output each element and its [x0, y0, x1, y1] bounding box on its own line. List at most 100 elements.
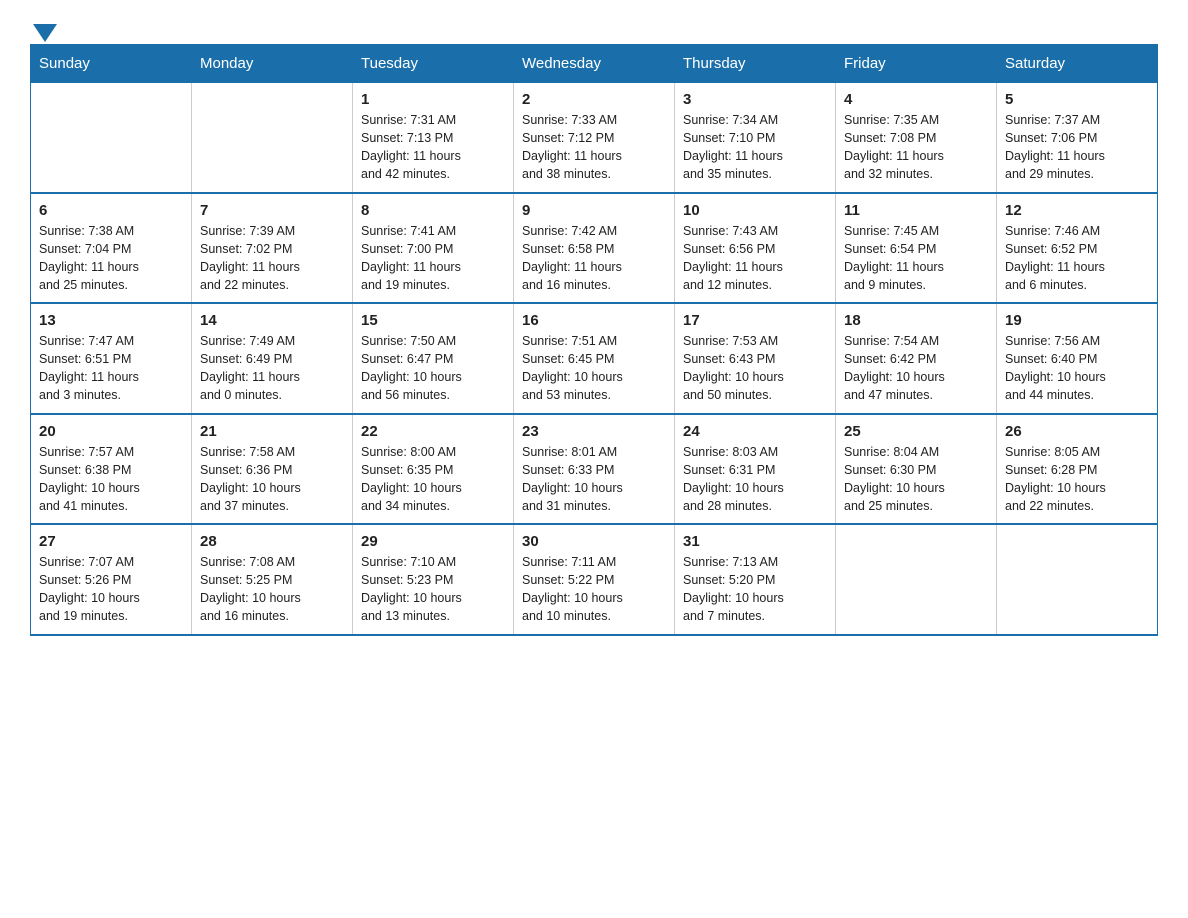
day-info: Sunrise: 7:50 AM Sunset: 6:47 PM Dayligh… — [361, 332, 505, 405]
day-number: 31 — [683, 533, 827, 550]
day-number: 14 — [200, 312, 344, 329]
day-info: Sunrise: 7:46 AM Sunset: 6:52 PM Dayligh… — [1005, 222, 1149, 295]
day-number: 27 — [39, 533, 183, 550]
day-info: Sunrise: 7:33 AM Sunset: 7:12 PM Dayligh… — [522, 111, 666, 184]
day-number: 23 — [522, 423, 666, 440]
day-number: 2 — [522, 91, 666, 108]
day-info: Sunrise: 7:51 AM Sunset: 6:45 PM Dayligh… — [522, 332, 666, 405]
day-number: 7 — [200, 202, 344, 219]
calendar-cell: 6 Sunrise: 7:38 AM Sunset: 7:04 PM Daylig… — [31, 193, 192, 304]
calendar-cell: 7 Sunrise: 7:39 AM Sunset: 7:02 PM Daylig… — [192, 193, 353, 304]
calendar-cell: 27 Sunrise: 7:07 AM Sunset: 5:26 PM Dayli… — [31, 524, 192, 635]
day-number: 19 — [1005, 312, 1149, 329]
day-info: Sunrise: 8:01 AM Sunset: 6:33 PM Dayligh… — [522, 443, 666, 516]
day-number: 29 — [361, 533, 505, 550]
day-info: Sunrise: 8:03 AM Sunset: 6:31 PM Dayligh… — [683, 443, 827, 516]
day-number: 4 — [844, 91, 988, 108]
header-day-wednesday: Wednesday — [514, 45, 675, 83]
day-info: Sunrise: 8:05 AM Sunset: 6:28 PM Dayligh… — [1005, 443, 1149, 516]
day-info: Sunrise: 7:57 AM Sunset: 6:38 PM Dayligh… — [39, 443, 183, 516]
calendar-cell: 15Sunrise: 7:50 AM Sunset: 6:47 PM Dayli… — [353, 303, 514, 414]
day-info: Sunrise: 7:58 AM Sunset: 6:36 PM Dayligh… — [200, 443, 344, 516]
day-number: 16 — [522, 312, 666, 329]
day-info: Sunrise: 7:56 AM Sunset: 6:40 PM Dayligh… — [1005, 332, 1149, 405]
day-info: Sunrise: 8:00 AM Sunset: 6:35 PM Dayligh… — [361, 443, 505, 516]
logo — [30, 20, 60, 34]
day-info: Sunrise: 7:08 AM Sunset: 5:25 PM Dayligh… — [200, 553, 344, 626]
calendar-week-1: 1 Sunrise: 7:31 AM Sunset: 7:13 PM Daylig… — [31, 83, 1158, 193]
day-info: Sunrise: 7:10 AM Sunset: 5:23 PM Dayligh… — [361, 553, 505, 626]
day-info: Sunrise: 7:31 AM Sunset: 7:13 PM Dayligh… — [361, 111, 505, 184]
calendar-header: SundayMondayTuesdayWednesdayThursdayFrid… — [31, 45, 1158, 83]
calendar-week-2: 6 Sunrise: 7:38 AM Sunset: 7:04 PM Daylig… — [31, 193, 1158, 304]
calendar-cell — [31, 83, 192, 193]
header-day-saturday: Saturday — [997, 45, 1158, 83]
day-info: Sunrise: 7:07 AM Sunset: 5:26 PM Dayligh… — [39, 553, 183, 626]
calendar-cell: 2 Sunrise: 7:33 AM Sunset: 7:12 PM Daylig… — [514, 83, 675, 193]
day-number: 8 — [361, 202, 505, 219]
day-number: 30 — [522, 533, 666, 550]
calendar-week-5: 27 Sunrise: 7:07 AM Sunset: 5:26 PM Dayli… — [31, 524, 1158, 635]
day-number: 3 — [683, 91, 827, 108]
calendar-cell: 25 Sunrise: 8:04 AM Sunset: 6:30 PM Dayli… — [836, 414, 997, 525]
day-info: Sunrise: 7:35 AM Sunset: 7:08 PM Dayligh… — [844, 111, 988, 184]
day-info: Sunrise: 7:53 AM Sunset: 6:43 PM Dayligh… — [683, 332, 827, 405]
calendar-body: 1 Sunrise: 7:31 AM Sunset: 7:13 PM Daylig… — [31, 83, 1158, 635]
calendar-cell — [836, 524, 997, 635]
calendar-cell: 21Sunrise: 7:58 AM Sunset: 6:36 PM Dayli… — [192, 414, 353, 525]
calendar-cell: 4 Sunrise: 7:35 AM Sunset: 7:08 PM Daylig… — [836, 83, 997, 193]
calendar-cell: 29 Sunrise: 7:10 AM Sunset: 5:23 PM Dayli… — [353, 524, 514, 635]
day-number: 10 — [683, 202, 827, 219]
day-info: Sunrise: 7:38 AM Sunset: 7:04 PM Dayligh… — [39, 222, 183, 295]
calendar-cell — [192, 83, 353, 193]
calendar-cell: 19 Sunrise: 7:56 AM Sunset: 6:40 PM Dayli… — [997, 303, 1158, 414]
logo-triangle-icon — [33, 24, 57, 42]
calendar-cell: 8 Sunrise: 7:41 AM Sunset: 7:00 PM Daylig… — [353, 193, 514, 304]
day-number: 25 — [844, 423, 988, 440]
day-info: Sunrise: 7:42 AM Sunset: 6:58 PM Dayligh… — [522, 222, 666, 295]
calendar-cell: 13 Sunrise: 7:47 AM Sunset: 6:51 PM Dayli… — [31, 303, 192, 414]
calendar-cell: 22 Sunrise: 8:00 AM Sunset: 6:35 PM Dayli… — [353, 414, 514, 525]
header-row: SundayMondayTuesdayWednesdayThursdayFrid… — [31, 45, 1158, 83]
header-day-thursday: Thursday — [675, 45, 836, 83]
day-number: 18 — [844, 312, 988, 329]
day-info: Sunrise: 7:49 AM Sunset: 6:49 PM Dayligh… — [200, 332, 344, 405]
calendar-cell: 26 Sunrise: 8:05 AM Sunset: 6:28 PM Dayli… — [997, 414, 1158, 525]
header-day-monday: Monday — [192, 45, 353, 83]
day-number: 22 — [361, 423, 505, 440]
calendar-table: SundayMondayTuesdayWednesdayThursdayFrid… — [30, 44, 1158, 636]
day-number: 6 — [39, 202, 183, 219]
day-number: 1 — [361, 91, 505, 108]
calendar-cell: 16 Sunrise: 7:51 AM Sunset: 6:45 PM Dayli… — [514, 303, 675, 414]
day-number: 12 — [1005, 202, 1149, 219]
day-info: Sunrise: 7:47 AM Sunset: 6:51 PM Dayligh… — [39, 332, 183, 405]
calendar-cell: 17 Sunrise: 7:53 AM Sunset: 6:43 PM Dayli… — [675, 303, 836, 414]
day-number: 13 — [39, 312, 183, 329]
day-info: Sunrise: 7:45 AM Sunset: 6:54 PM Dayligh… — [844, 222, 988, 295]
calendar-cell: 14 Sunrise: 7:49 AM Sunset: 6:49 PM Dayli… — [192, 303, 353, 414]
calendar-week-3: 13 Sunrise: 7:47 AM Sunset: 6:51 PM Dayli… — [31, 303, 1158, 414]
calendar-cell: 31Sunrise: 7:13 AM Sunset: 5:20 PM Dayli… — [675, 524, 836, 635]
day-info: Sunrise: 8:04 AM Sunset: 6:30 PM Dayligh… — [844, 443, 988, 516]
header-day-friday: Friday — [836, 45, 997, 83]
day-number: 17 — [683, 312, 827, 329]
day-number: 26 — [1005, 423, 1149, 440]
day-info: Sunrise: 7:11 AM Sunset: 5:22 PM Dayligh… — [522, 553, 666, 626]
calendar-cell: 23 Sunrise: 8:01 AM Sunset: 6:33 PM Dayli… — [514, 414, 675, 525]
header-day-tuesday: Tuesday — [353, 45, 514, 83]
day-number: 24 — [683, 423, 827, 440]
calendar-cell: 1 Sunrise: 7:31 AM Sunset: 7:13 PM Daylig… — [353, 83, 514, 193]
day-info: Sunrise: 7:41 AM Sunset: 7:00 PM Dayligh… — [361, 222, 505, 295]
calendar-week-4: 20 Sunrise: 7:57 AM Sunset: 6:38 PM Dayli… — [31, 414, 1158, 525]
calendar-cell: 20 Sunrise: 7:57 AM Sunset: 6:38 PM Dayli… — [31, 414, 192, 525]
day-number: 9 — [522, 202, 666, 219]
day-number: 20 — [39, 423, 183, 440]
day-number: 11 — [844, 202, 988, 219]
calendar-cell: 9 Sunrise: 7:42 AM Sunset: 6:58 PM Daylig… — [514, 193, 675, 304]
day-number: 5 — [1005, 91, 1149, 108]
calendar-cell — [997, 524, 1158, 635]
day-info: Sunrise: 7:39 AM Sunset: 7:02 PM Dayligh… — [200, 222, 344, 295]
day-info: Sunrise: 7:54 AM Sunset: 6:42 PM Dayligh… — [844, 332, 988, 405]
calendar-cell: 10Sunrise: 7:43 AM Sunset: 6:56 PM Dayli… — [675, 193, 836, 304]
calendar-cell: 3Sunrise: 7:34 AM Sunset: 7:10 PM Daylig… — [675, 83, 836, 193]
